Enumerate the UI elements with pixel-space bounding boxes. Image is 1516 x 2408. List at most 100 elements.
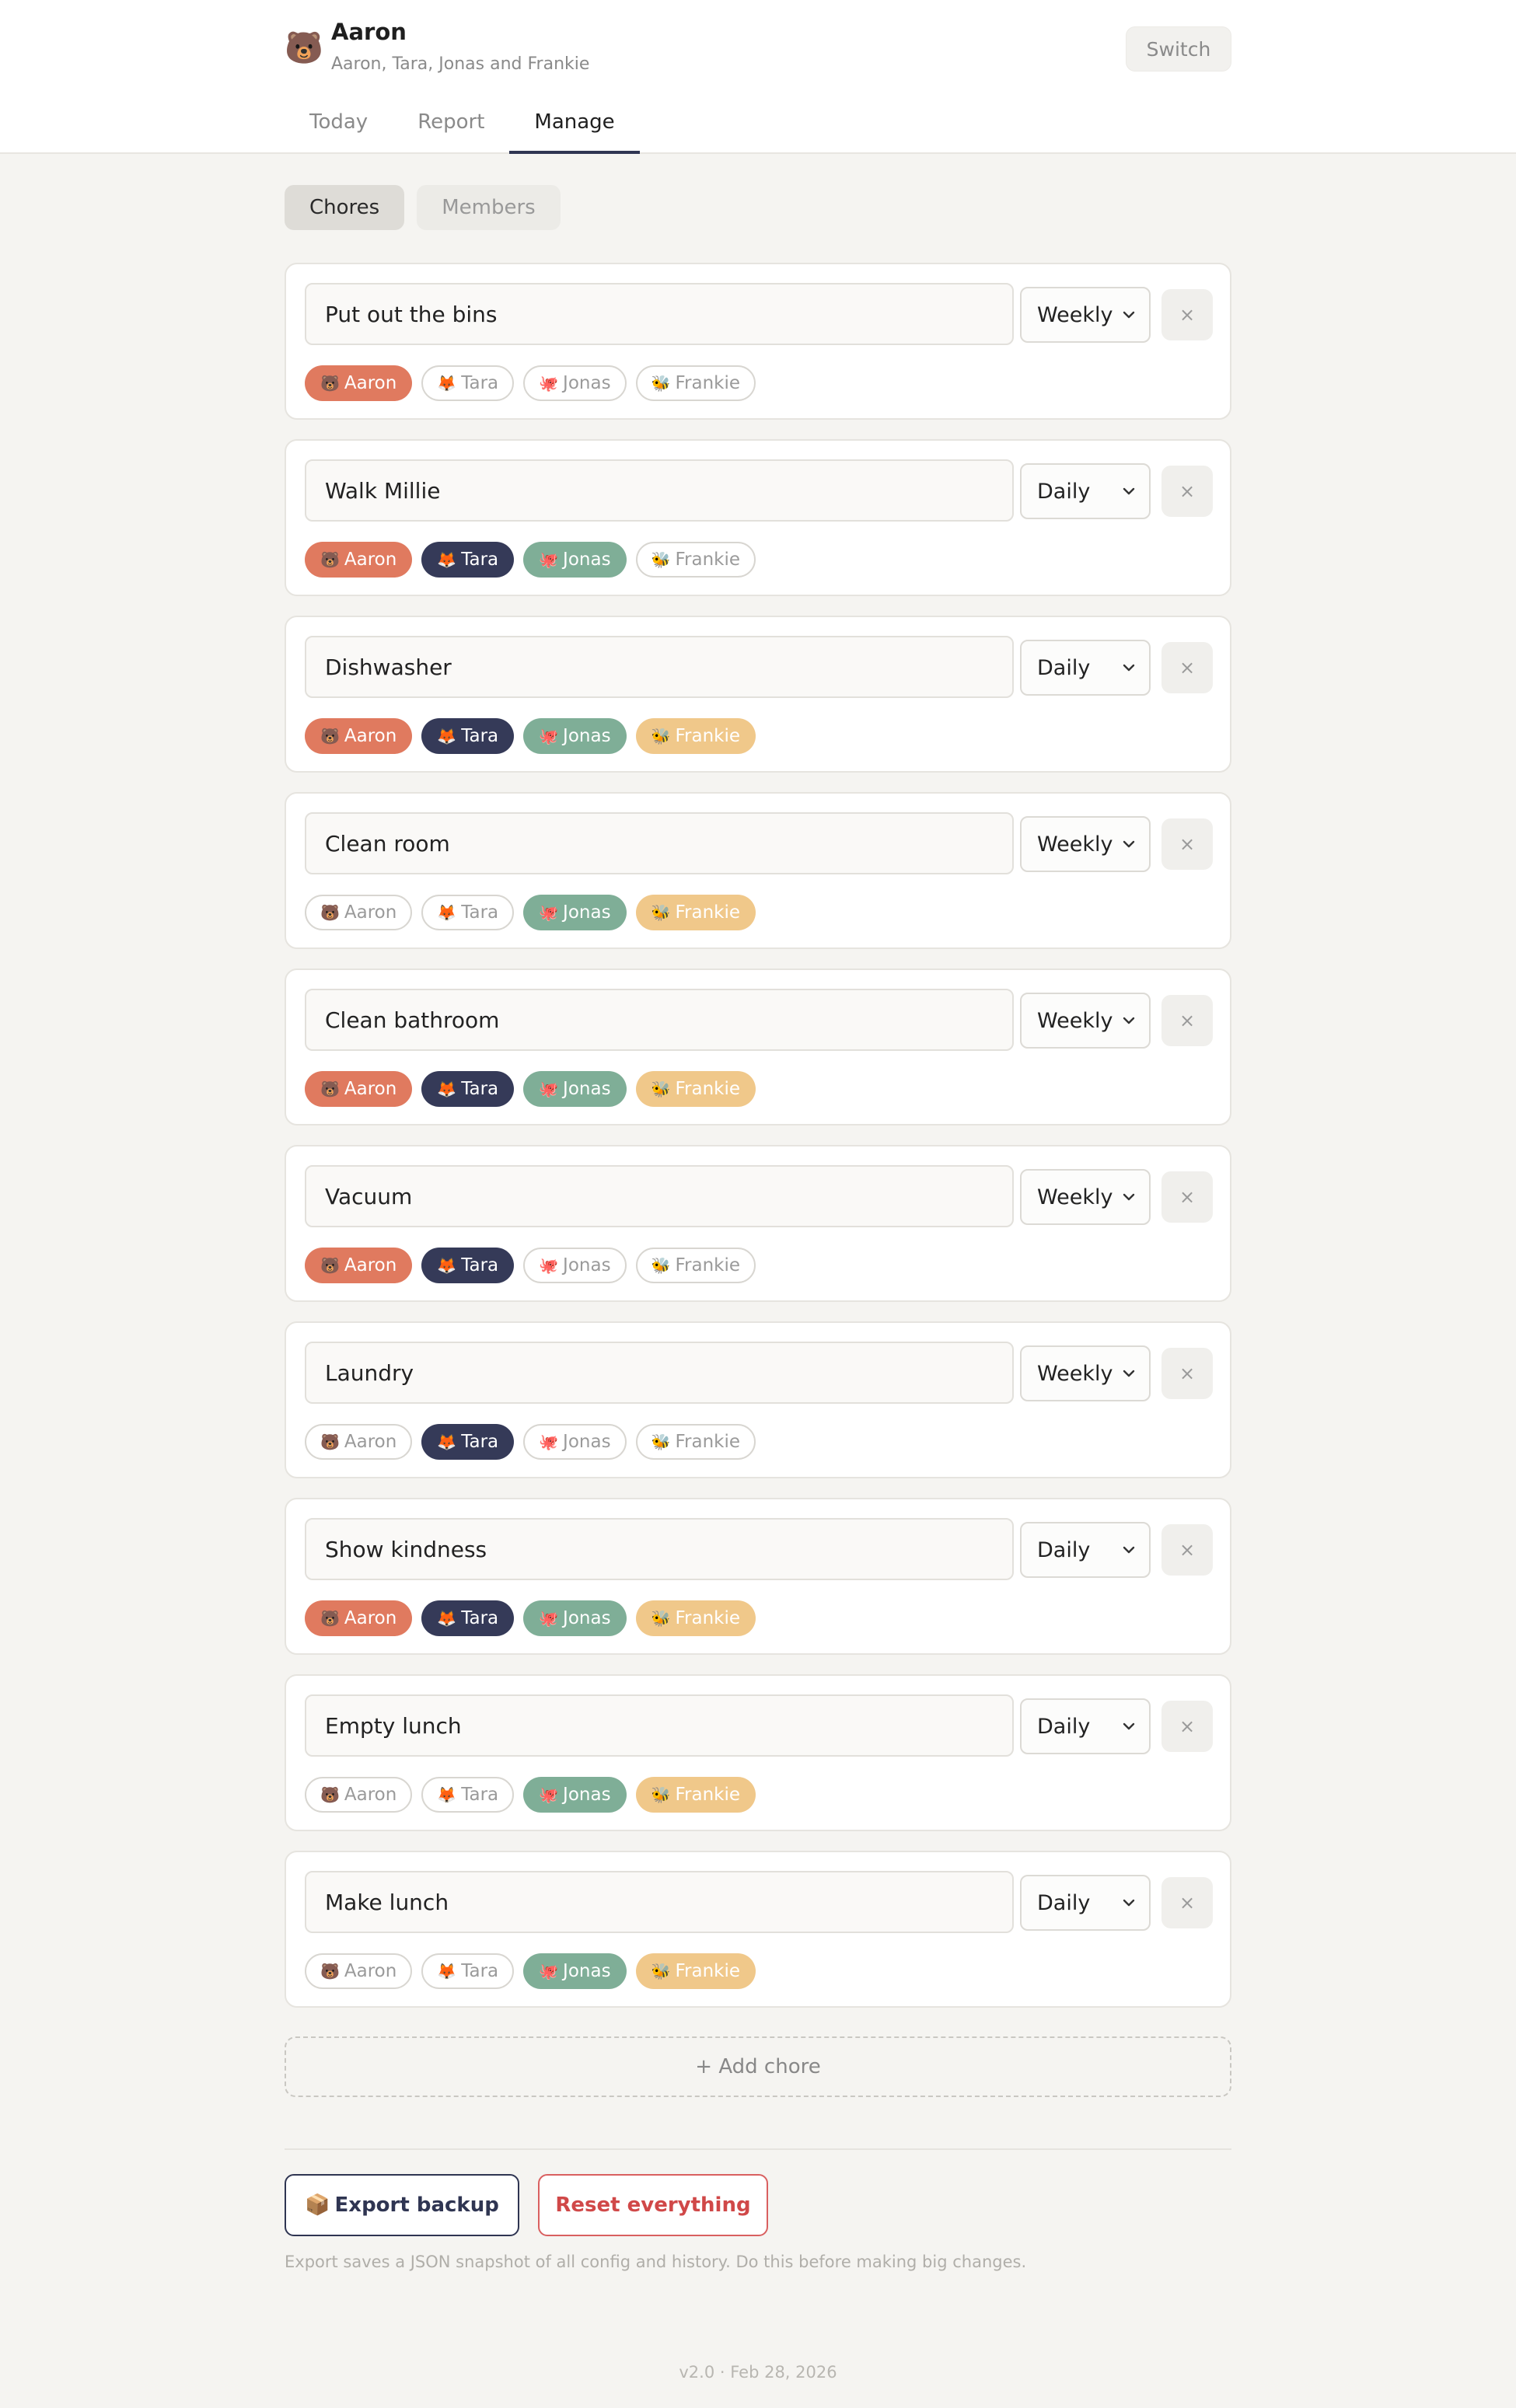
frequency-select[interactable]: Daily: [1020, 1522, 1151, 1578]
member-chip-tara[interactable]: 🦊 Tara: [421, 1248, 515, 1283]
aaron-avatar-icon: 🐻: [320, 727, 340, 745]
chore-name-input[interactable]: Empty lunch: [305, 1694, 1014, 1757]
member-chip-jonas[interactable]: 🐙 Jonas: [523, 542, 627, 578]
member-chip-tara[interactable]: 🦊 Tara: [421, 1953, 515, 1989]
member-chip-jonas[interactable]: 🐙 Jonas: [523, 1777, 627, 1813]
member-chip-label: Jonas: [563, 1255, 611, 1276]
chore-name-input[interactable]: Clean bathroom: [305, 989, 1014, 1051]
member-chip-aaron[interactable]: 🐻 Aaron: [305, 542, 413, 578]
member-chip-tara[interactable]: 🦊 Tara: [421, 365, 515, 401]
jonas-avatar-icon: 🐙: [539, 727, 559, 745]
remove-chore-button[interactable]: ×: [1161, 1348, 1213, 1399]
member-chip-jonas[interactable]: 🐙 Jonas: [523, 1248, 627, 1283]
member-chip-label: Frankie: [675, 1079, 741, 1099]
chore-name-input[interactable]: Walk Millie: [305, 459, 1014, 522]
remove-chore-button[interactable]: ×: [1161, 289, 1213, 340]
member-chip-label: Aaron: [344, 1961, 397, 1981]
member-chip-tara[interactable]: 🦊 Tara: [421, 718, 515, 754]
close-icon: ×: [1179, 833, 1196, 855]
frequency-select[interactable]: Weekly: [1020, 1169, 1151, 1225]
frequency-select[interactable]: Daily: [1020, 1698, 1151, 1754]
member-chip-label: Tara: [461, 1079, 499, 1099]
member-chip-jonas[interactable]: 🐙 Jonas: [523, 718, 627, 754]
member-chip-aaron[interactable]: 🐻 Aaron: [305, 1953, 413, 1989]
frequency-select[interactable]: Daily: [1020, 463, 1151, 519]
member-chip-frankie[interactable]: 🐝 Frankie: [635, 718, 756, 754]
tara-avatar-icon: 🦊: [437, 1433, 457, 1451]
chore-card: Show kindness Daily × 🐻 Aaron 🦊 Tara 🐙 Jonas 🐝 Fra…: [285, 1498, 1231, 1655]
member-chip-aaron[interactable]: 🐻 Aaron: [305, 1600, 413, 1636]
member-chip-jonas[interactable]: 🐙 Jonas: [523, 895, 627, 930]
member-chip-aaron[interactable]: 🐻 Aaron: [305, 718, 413, 754]
member-chip-aaron[interactable]: 🐻 Aaron: [305, 895, 413, 930]
frequency-select[interactable]: Weekly: [1020, 816, 1151, 872]
member-chip-jonas[interactable]: 🐙 Jonas: [523, 1600, 627, 1636]
frequency-select[interactable]: Weekly: [1020, 1345, 1151, 1401]
member-chip-frankie[interactable]: 🐝 Frankie: [635, 1071, 756, 1107]
remove-chore-button[interactable]: ×: [1161, 466, 1213, 517]
member-chip-frankie[interactable]: 🐝 Frankie: [635, 1777, 756, 1813]
member-chip-label: Tara: [461, 1961, 499, 1981]
member-chip-frankie[interactable]: 🐝 Frankie: [635, 1953, 756, 1989]
member-chip-tara[interactable]: 🦊 Tara: [421, 1600, 515, 1636]
frequency-select[interactable]: Weekly: [1020, 287, 1151, 343]
close-icon: ×: [1179, 1010, 1196, 1031]
export-backup-button[interactable]: 📦 Export backup: [285, 2174, 519, 2236]
member-chip-frankie[interactable]: 🐝 Frankie: [635, 1424, 756, 1460]
member-chip-frankie[interactable]: 🐝 Frankie: [635, 1600, 756, 1636]
member-chip-tara[interactable]: 🦊 Tara: [421, 1777, 515, 1813]
manage-subtabs: Chores Members: [285, 185, 561, 230]
switch-user-button[interactable]: Switch: [1126, 26, 1231, 72]
member-chip-frankie[interactable]: 🐝 Frankie: [635, 1248, 756, 1283]
member-chip-jonas[interactable]: 🐙 Jonas: [523, 365, 627, 401]
member-chip-aaron[interactable]: 🐻 Aaron: [305, 1248, 413, 1283]
member-chip-label: Frankie: [675, 1785, 741, 1805]
remove-chore-button[interactable]: ×: [1161, 1701, 1213, 1752]
add-chore-button[interactable]: + Add chore: [285, 2036, 1231, 2097]
member-chip-tara[interactable]: 🦊 Tara: [421, 1424, 515, 1460]
chore-name-input[interactable]: Show kindness: [305, 1518, 1014, 1580]
frequency-select[interactable]: Daily: [1020, 1875, 1151, 1931]
tara-avatar-icon: 🦊: [437, 550, 457, 569]
member-chip-frankie[interactable]: 🐝 Frankie: [635, 542, 756, 578]
remove-chore-button[interactable]: ×: [1161, 818, 1213, 870]
app-header: 🐻 Aaron Aaron, Tara, Jonas and Frankie S…: [0, 0, 1516, 154]
chore-name-input[interactable]: Vacuum: [305, 1165, 1014, 1227]
remove-chore-button[interactable]: ×: [1161, 1171, 1213, 1223]
tab-report[interactable]: Report: [393, 101, 509, 154]
frequency-select[interactable]: Weekly: [1020, 993, 1151, 1049]
remove-chore-button[interactable]: ×: [1161, 1877, 1213, 1928]
tab-manage[interactable]: Manage: [509, 101, 640, 154]
chore-name-input[interactable]: Make lunch: [305, 1871, 1014, 1933]
jonas-avatar-icon: 🐙: [539, 374, 559, 393]
chore-name-input[interactable]: Laundry: [305, 1342, 1014, 1404]
remove-chore-button[interactable]: ×: [1161, 642, 1213, 693]
member-chip-label: Frankie: [675, 373, 741, 393]
member-chip-tara[interactable]: 🦊 Tara: [421, 1071, 515, 1107]
chore-name-input[interactable]: Clean room: [305, 812, 1014, 874]
member-chip-jonas[interactable]: 🐙 Jonas: [523, 1071, 627, 1107]
chore-name-input[interactable]: Put out the bins: [305, 283, 1014, 345]
member-chip-aaron[interactable]: 🐻 Aaron: [305, 1777, 413, 1813]
chore-card: Walk Millie Daily × 🐻 Aaron 🦊 Tara 🐙 Jonas 🐝 Frank…: [285, 439, 1231, 596]
member-chip-jonas[interactable]: 🐙 Jonas: [523, 1424, 627, 1460]
member-chip-aaron[interactable]: 🐻 Aaron: [305, 1424, 413, 1460]
remove-chore-button[interactable]: ×: [1161, 995, 1213, 1046]
member-chip-frankie[interactable]: 🐝 Frankie: [635, 895, 756, 930]
member-chip-tara[interactable]: 🦊 Tara: [421, 542, 515, 578]
subtab-members[interactable]: Members: [417, 185, 561, 230]
tab-today[interactable]: Today: [285, 101, 393, 154]
chore-name-input[interactable]: Dishwasher: [305, 636, 1014, 698]
member-chip-aaron[interactable]: 🐻 Aaron: [305, 365, 413, 401]
subtab-chores[interactable]: Chores: [285, 185, 405, 230]
header-inner: 🐻 Aaron Aaron, Tara, Jonas and Frankie S…: [285, 0, 1231, 154]
member-chip-jonas[interactable]: 🐙 Jonas: [523, 1953, 627, 1989]
frequency-select[interactable]: Daily: [1020, 640, 1151, 696]
remove-chore-button[interactable]: ×: [1161, 1524, 1213, 1576]
member-chip-aaron[interactable]: 🐻 Aaron: [305, 1071, 413, 1107]
close-icon: ×: [1179, 1715, 1196, 1737]
member-chip-label: Tara: [461, 1255, 499, 1276]
reset-everything-button[interactable]: Reset everything: [538, 2174, 768, 2236]
member-chip-tara[interactable]: 🦊 Tara: [421, 895, 515, 930]
member-chip-frankie[interactable]: 🐝 Frankie: [635, 365, 756, 401]
